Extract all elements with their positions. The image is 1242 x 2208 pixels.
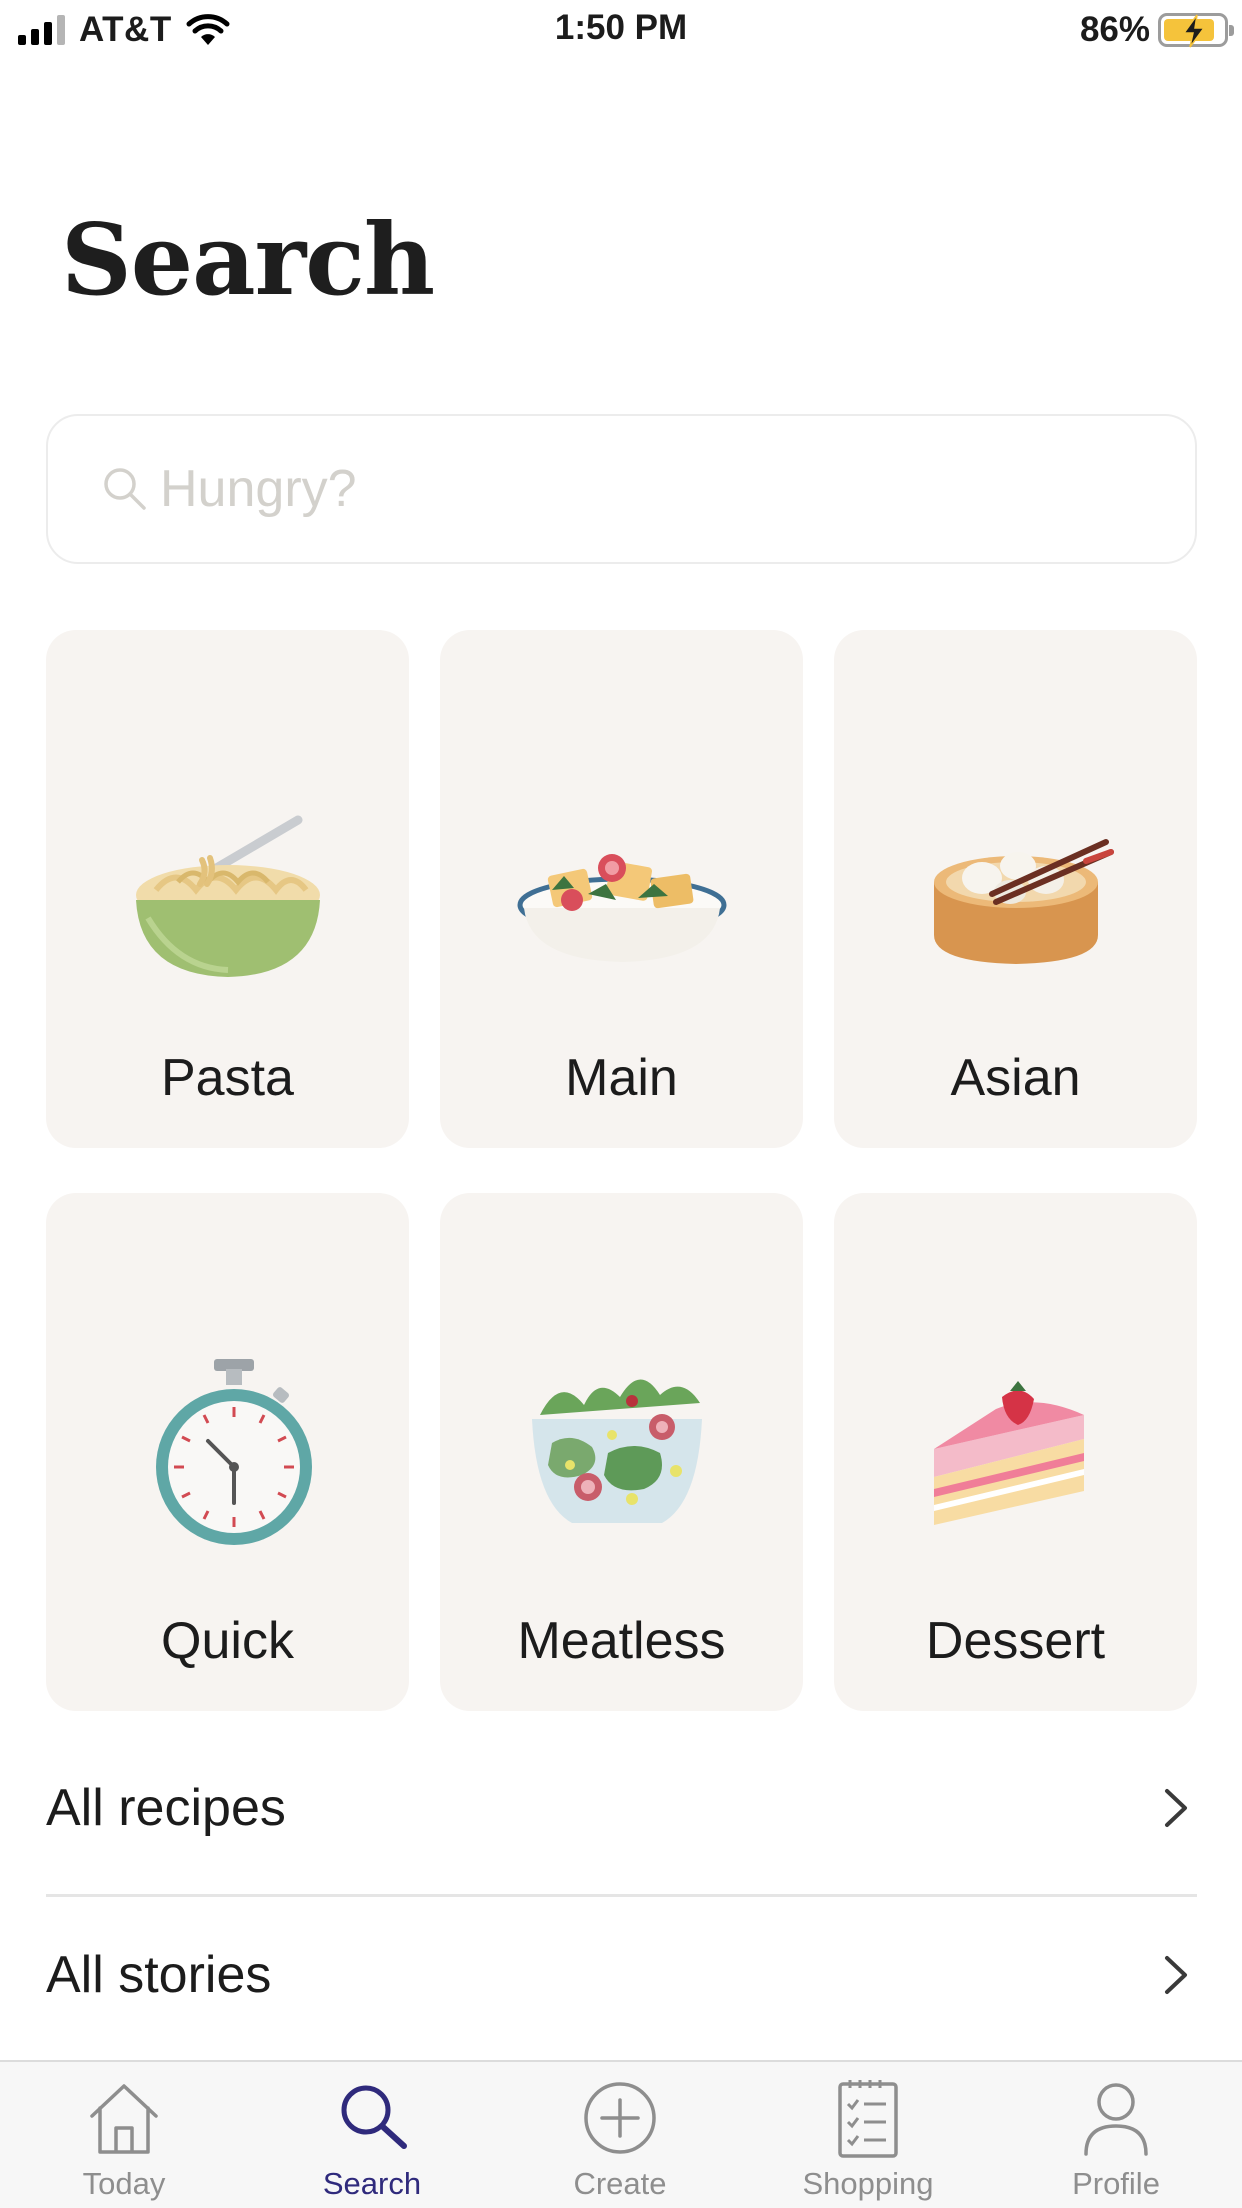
tab-label: Shopping — [802, 2166, 934, 2201]
status-right: 86% — [1079, 8, 1234, 52]
category-tile-dessert[interactable]: Dessert — [834, 1193, 1197, 1711]
tab-label: Today — [82, 2166, 166, 2201]
category-tile-meatless[interactable]: Meatless — [440, 1193, 803, 1711]
home-icon — [90, 2084, 158, 2154]
tab-label: Profile — [1072, 2166, 1160, 2201]
category-tile-asian[interactable]: Asian — [834, 630, 1197, 1148]
status-bar: AT&T 1:50 PM 86% — [0, 0, 1242, 60]
stopwatch-icon — [46, 1323, 409, 1583]
category-tile-quick[interactable]: Quick — [46, 1193, 409, 1711]
category-label: Main — [565, 1049, 678, 1107]
pasta-bowl-icon — [46, 760, 409, 1020]
tab-bar: Today Search Create Shopping Profile — [0, 2060, 1242, 2208]
battery-charging-icon — [1158, 13, 1234, 48]
all-stories-label: All stories — [46, 1946, 272, 2004]
tab-label: Create — [573, 2166, 667, 2201]
category-tile-pasta[interactable]: Pasta — [46, 630, 409, 1148]
search-icon — [341, 2085, 407, 2149]
status-time: 1:50 PM — [554, 8, 688, 47]
tab-today[interactable]: Today — [24, 2076, 224, 2206]
category-label: Asian — [950, 1049, 1081, 1107]
checklist-icon — [838, 2080, 898, 2158]
category-label: Dessert — [925, 1612, 1106, 1670]
category-tile-main[interactable]: Main — [440, 630, 803, 1148]
search-input[interactable] — [160, 459, 1060, 519]
person-icon — [1084, 2083, 1148, 2156]
tab-shopping[interactable]: Shopping — [768, 2076, 968, 2206]
chevron-right-icon — [1165, 1789, 1187, 1827]
category-label: Meatless — [517, 1612, 726, 1670]
category-label: Quick — [161, 1612, 294, 1670]
dumpling-basket-icon — [834, 760, 1197, 1020]
plus-circle-icon — [584, 2082, 656, 2154]
bolt-icon — [1182, 14, 1206, 48]
cake-slice-icon — [834, 1323, 1197, 1583]
all-stories-link[interactable]: All stories — [46, 1900, 1197, 2050]
all-recipes-link[interactable]: All recipes — [46, 1733, 1197, 1883]
chevron-right-icon — [1165, 1956, 1187, 1994]
battery-percent: 86% — [1079, 10, 1150, 49]
salad-bowl-icon — [440, 1323, 803, 1583]
tab-label: Search — [322, 2166, 422, 2201]
category-label: Pasta — [161, 1049, 294, 1107]
battery-nub — [1229, 25, 1234, 36]
salad-plate-icon — [440, 760, 803, 1020]
page-title: Search — [61, 203, 435, 318]
all-recipes-label: All recipes — [46, 1779, 286, 1837]
tab-profile[interactable]: Profile — [1016, 2076, 1216, 2206]
tab-search[interactable]: Search — [272, 2076, 472, 2206]
tab-create[interactable]: Create — [520, 2076, 720, 2206]
search-bar[interactable] — [46, 414, 1197, 564]
divider — [46, 1894, 1197, 1897]
search-icon — [104, 468, 146, 510]
